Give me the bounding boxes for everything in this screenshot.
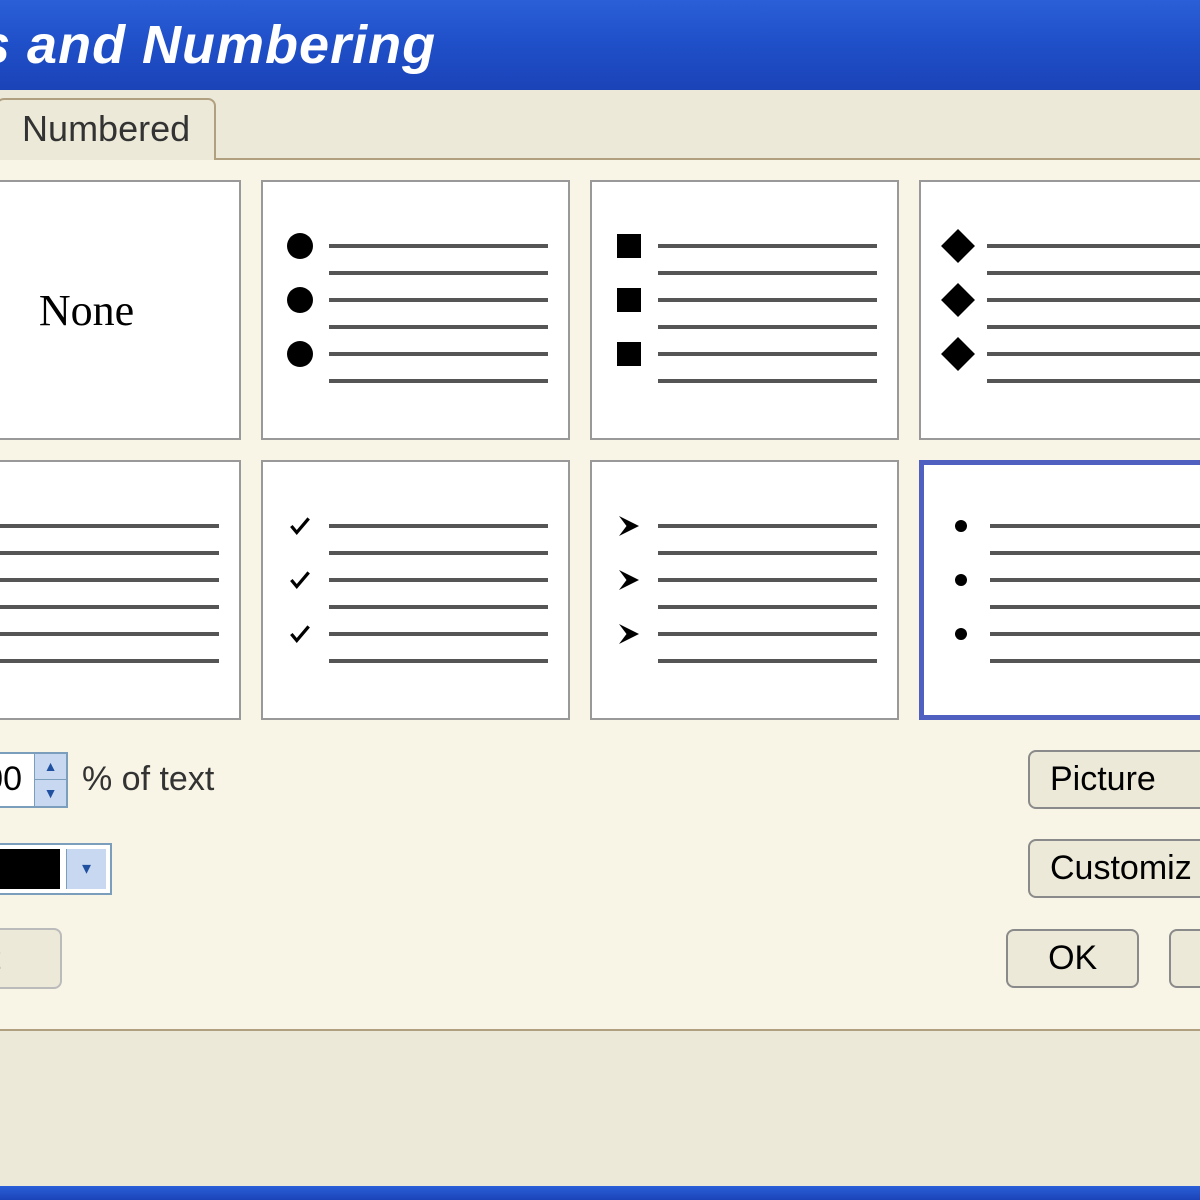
bullet-preview bbox=[612, 509, 877, 671]
small-dot-bullet-icon bbox=[944, 617, 978, 651]
check-bullet-icon bbox=[283, 509, 317, 543]
right-buttons: OK Car bbox=[1006, 929, 1200, 988]
picture-button-label: Picture bbox=[1050, 760, 1156, 798]
disc-bullet-icon bbox=[283, 283, 317, 317]
bullet-option-diamond[interactable] bbox=[919, 180, 1200, 440]
size-spinner[interactable]: ▲ ▼ bbox=[0, 752, 68, 808]
cancel-button[interactable]: Car bbox=[1169, 929, 1200, 988]
bullet-option-outline-square[interactable] bbox=[0, 460, 241, 720]
tab-strip: ed Numbered bbox=[0, 90, 1200, 160]
customize-button-label: Customiz bbox=[1050, 849, 1192, 887]
disc-bullet-icon bbox=[283, 337, 317, 371]
arrow-bullet-icon bbox=[612, 509, 646, 543]
reset-button-label: et bbox=[0, 940, 1, 976]
chevron-down-icon[interactable]: ▾ bbox=[66, 849, 106, 889]
tab-numbered-label: Numbered bbox=[22, 108, 190, 149]
square-bullet-icon bbox=[612, 283, 646, 317]
bullet-preview bbox=[612, 229, 877, 391]
spin-down-icon[interactable]: ▼ bbox=[35, 780, 66, 806]
none-label: None bbox=[39, 285, 134, 336]
title-bar[interactable]: ets and Numbering bbox=[0, 0, 1200, 90]
tab-numbered[interactable]: Numbered bbox=[0, 98, 216, 160]
diamond-bullet-icon bbox=[941, 337, 975, 371]
diamond-bullet-icon bbox=[941, 283, 975, 317]
client-area: ed Numbered None bbox=[0, 90, 1200, 1200]
dialog-window: ets and Numbering ed Numbered None bbox=[0, 0, 1200, 1200]
bullet-option-disc[interactable] bbox=[261, 180, 570, 440]
tab-panel: None bbox=[0, 158, 1200, 1031]
bullet-preview bbox=[941, 229, 1200, 391]
bullet-option-square[interactable] bbox=[590, 180, 899, 440]
bullet-style-grid: None bbox=[0, 180, 1200, 720]
bullet-option-none[interactable]: None bbox=[0, 180, 241, 440]
square-bullet-icon bbox=[612, 337, 646, 371]
bullet-preview bbox=[0, 509, 219, 671]
check-bullet-icon bbox=[283, 617, 317, 651]
small-dot-bullet-icon bbox=[944, 509, 978, 543]
size-input[interactable] bbox=[0, 754, 34, 806]
diamond-bullet-icon bbox=[941, 229, 975, 263]
color-row: ▾ Customiz bbox=[0, 839, 1200, 898]
window-title: ets and Numbering bbox=[0, 14, 436, 76]
bullet-preview bbox=[283, 509, 548, 671]
size-group: ▲ ▼ % of text bbox=[0, 752, 214, 808]
bullet-option-arrow[interactable] bbox=[590, 460, 899, 720]
spin-up-icon[interactable]: ▲ bbox=[35, 754, 66, 781]
reset-button[interactable]: et bbox=[0, 928, 62, 989]
bullet-option-check[interactable] bbox=[261, 460, 570, 720]
arrow-bullet-icon bbox=[612, 563, 646, 597]
customize-button[interactable]: Customiz bbox=[1028, 839, 1200, 898]
color-swatch bbox=[0, 849, 60, 889]
ok-button[interactable]: OK bbox=[1006, 929, 1139, 988]
pct-of-text-label: % of text bbox=[82, 760, 214, 799]
spin-buttons: ▲ ▼ bbox=[34, 754, 66, 806]
arrow-bullet-icon bbox=[612, 617, 646, 651]
picture-button[interactable]: Picture bbox=[1028, 750, 1200, 809]
small-dot-bullet-icon bbox=[944, 563, 978, 597]
size-row: ▲ ▼ % of text Picture bbox=[0, 750, 1200, 809]
bullet-option-small-dot[interactable] bbox=[919, 460, 1200, 720]
ok-button-label: OK bbox=[1048, 939, 1097, 977]
color-picker[interactable]: ▾ bbox=[0, 843, 112, 895]
window-border-bottom bbox=[0, 1186, 1200, 1200]
check-bullet-icon bbox=[283, 563, 317, 597]
bullet-preview bbox=[283, 229, 548, 391]
disc-bullet-icon bbox=[283, 229, 317, 263]
bullet-preview bbox=[944, 509, 1200, 671]
bottom-bar: et OK Car bbox=[0, 898, 1200, 1009]
square-bullet-icon bbox=[612, 229, 646, 263]
